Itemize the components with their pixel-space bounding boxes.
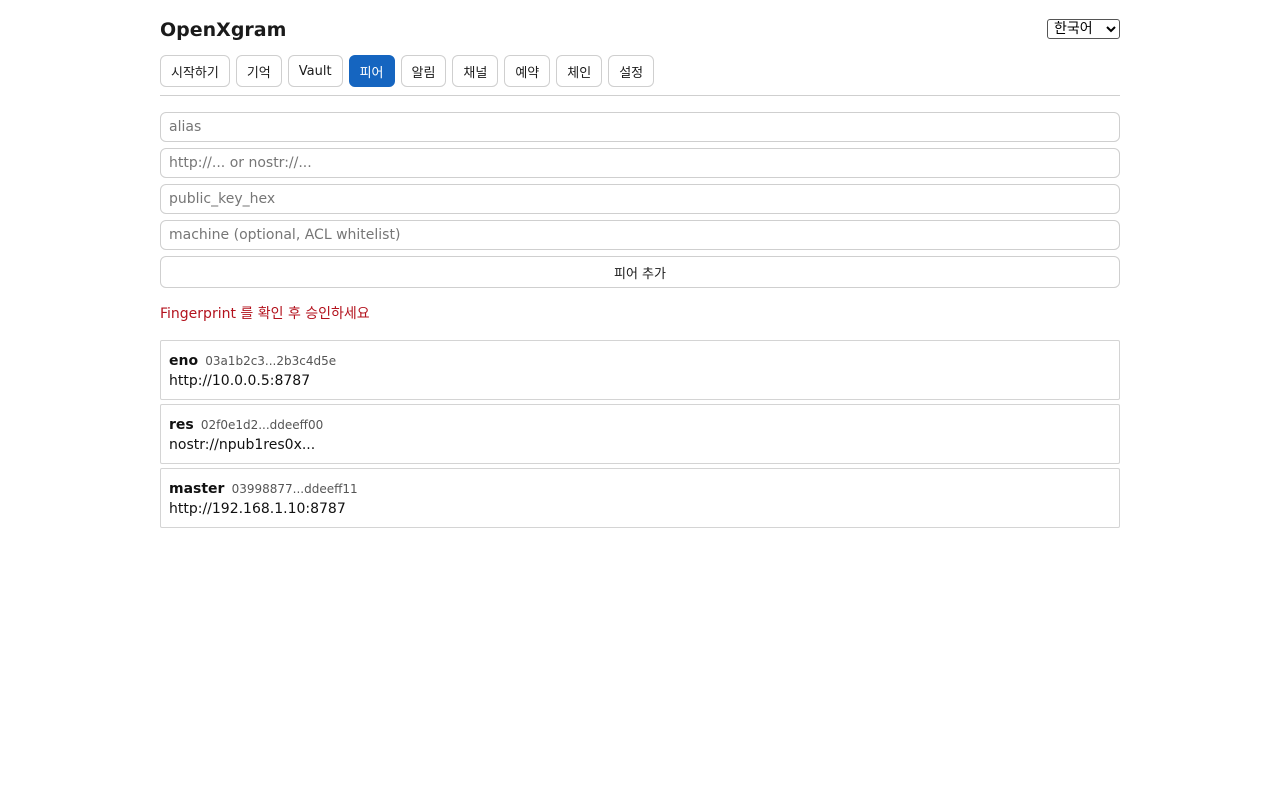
public-key-input[interactable]	[160, 184, 1120, 214]
tab-bar: 시작하기 기억 Vault 피어 알림 채널 예약 체인 설정	[160, 55, 1120, 96]
peer-header: res 02f0e1d2...ddeeff00	[169, 414, 1111, 434]
tab-peers[interactable]: 피어	[348, 55, 395, 87]
peer-alias: res	[169, 417, 194, 433]
peer-list: eno 03a1b2c3...2b3c4d5e http://10.0.0.5:…	[160, 340, 1120, 528]
peer-fingerprint: 02f0e1d2...ddeeff00	[200, 418, 324, 432]
peer-fingerprint: 03998877...ddeeff11	[231, 482, 358, 496]
peer-endpoint: nostr://npub1res0x...	[169, 437, 316, 453]
top-bar: OpenXgram 한국어	[160, 0, 1120, 55]
tab-vault[interactable]: Vault	[287, 55, 343, 87]
peer-endpoint: http://192.168.1.10:8787	[169, 501, 346, 517]
app-title: OpenXgram	[160, 19, 287, 41]
address-input[interactable]	[160, 148, 1120, 178]
add-peer-form: 피어 추가	[160, 112, 1120, 288]
machine-input[interactable]	[160, 220, 1120, 250]
app: OpenXgram 한국어 시작하기 기억 Vault 피어 알림 채널 예약 …	[160, 0, 1120, 528]
peer-card-master[interactable]: master 03998877...ddeeff11 http://192.16…	[160, 468, 1120, 528]
peer-alias: eno	[169, 353, 199, 369]
add-peer-button[interactable]: 피어 추가	[160, 256, 1120, 288]
peer-card-eno[interactable]: eno 03a1b2c3...2b3c4d5e http://10.0.0.5:…	[160, 340, 1120, 400]
peer-alias: master	[169, 481, 225, 497]
tab-channels[interactable]: 채널	[452, 55, 499, 87]
tab-schedule[interactable]: 예약	[504, 55, 551, 87]
alias-input[interactable]	[160, 112, 1120, 142]
language-select[interactable]: 한국어	[1047, 19, 1120, 39]
tab-getting-started[interactable]: 시작하기	[160, 55, 230, 87]
peer-fingerprint: 03a1b2c3...2b3c4d5e	[205, 354, 337, 368]
peer-endpoint: http://10.0.0.5:8787	[169, 373, 311, 389]
peer-card-res[interactable]: res 02f0e1d2...ddeeff00 nostr://npub1res…	[160, 404, 1120, 464]
peer-header: eno 03a1b2c3...2b3c4d5e	[169, 350, 1111, 370]
tab-memory[interactable]: 기억	[235, 55, 282, 87]
tab-settings[interactable]: 설정	[608, 55, 655, 87]
tab-chain[interactable]: 체인	[556, 55, 603, 87]
peer-header: master 03998877...ddeeff11	[169, 478, 1111, 498]
fingerprint-notice: Fingerprint 를 확인 후 승인하세요	[160, 306, 370, 322]
tab-notifications[interactable]: 알림	[400, 55, 447, 87]
